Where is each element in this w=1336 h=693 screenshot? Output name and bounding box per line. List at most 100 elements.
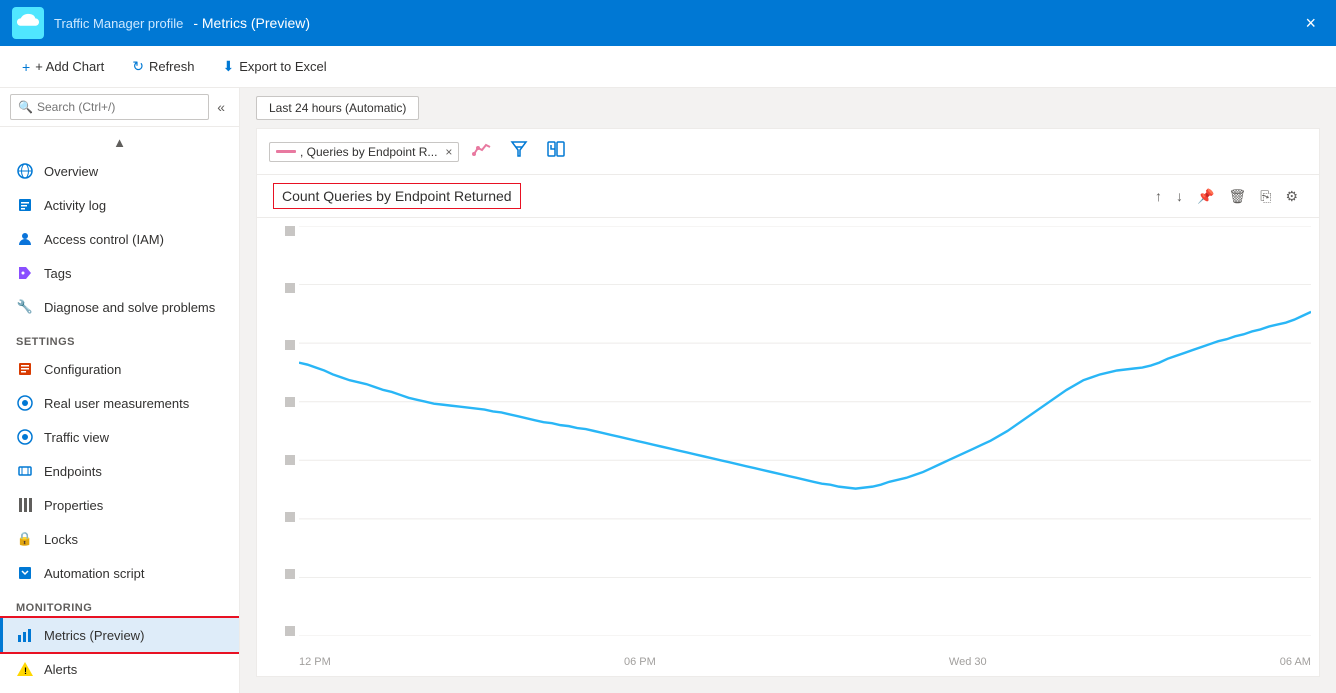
move-down-button[interactable]: ↓ [1171, 185, 1188, 207]
sidebar-item-diagnose[interactable]: 🔧 Diagnose and solve problems [0, 290, 239, 324]
sidebar-item-tags[interactable]: Tags [0, 256, 239, 290]
lock-icon: 🔒 [16, 530, 34, 548]
alerts-icon: ! [16, 660, 34, 678]
x-tick: Wed 30 [949, 656, 987, 668]
sidebar-item-label: Traffic view [44, 430, 109, 445]
sidebar-item-endpoints[interactable]: Endpoints [0, 454, 239, 488]
globe-icon [16, 162, 34, 180]
move-up-button[interactable]: ↑ [1150, 185, 1167, 207]
x-tick: 12 PM [299, 656, 331, 668]
y-tick [285, 626, 295, 636]
sidebar-item-automation-script[interactable]: Automation script [0, 556, 239, 590]
x-tick: 06 PM [624, 656, 656, 668]
monitoring-section-label: MONITORING [0, 590, 239, 618]
access-control-icon [16, 230, 34, 248]
x-axis: 12 PM 06 PM Wed 30 06 AM [299, 656, 1311, 668]
sidebar-item-traffic-view[interactable]: Traffic view [0, 420, 239, 454]
y-tick [285, 397, 295, 407]
sidebar: 🔍 « ▲ Overview Activity log [0, 88, 240, 693]
sidebar-item-real-user-measurements[interactable]: Real user measurements [0, 386, 239, 420]
sidebar-item-label: Alerts [44, 662, 77, 677]
wrench-icon: 🔧 [16, 298, 34, 316]
search-input[interactable] [10, 94, 209, 120]
svg-text:!: ! [24, 666, 27, 676]
sidebar-item-label: Access control (IAM) [44, 232, 164, 247]
y-tick [285, 226, 295, 236]
content-area: Last 24 hours (Automatic) , Queries by E… [240, 88, 1336, 693]
sidebar-item-properties[interactable]: Properties [0, 488, 239, 522]
sidebar-item-label: Automation script [44, 566, 144, 581]
sidebar-item-label: Real user measurements [44, 396, 189, 411]
toolbar: + + Add Chart ↻ Refresh ⬇ Export to Exce… [0, 46, 1336, 88]
collapse-button[interactable]: « [213, 95, 229, 119]
scroll-up-button[interactable]: ▲ [0, 131, 239, 154]
sidebar-item-metrics-preview[interactable]: Metrics (Preview) [0, 618, 239, 652]
main-layout: 🔍 « ▲ Overview Activity log [0, 88, 1336, 693]
split-button[interactable] [541, 137, 571, 166]
settings-section-label: SETTINGS [0, 324, 239, 352]
y-tick [285, 569, 295, 579]
search-icon: 🔍 [18, 100, 33, 114]
delete-button[interactable]: 🗑 [1223, 185, 1251, 208]
export-icon: ⬇ [222, 58, 234, 75]
sidebar-item-label: Configuration [44, 362, 121, 377]
sidebar-item-locks[interactable]: 🔒 Locks [0, 522, 239, 556]
sidebar-nav: ▲ Overview Activity log Access control (… [0, 127, 239, 693]
chart-header: , Queries by Endpoint R... × [257, 129, 1319, 175]
sidebar-item-configuration[interactable]: Configuration [0, 352, 239, 386]
x-tick: 06 AM [1280, 656, 1311, 668]
pin-button[interactable]: 📌 [1192, 185, 1219, 208]
metric-tag[interactable]: , Queries by Endpoint R... × [269, 142, 459, 162]
y-tick [285, 340, 295, 350]
chart-title-actions: ↑ ↓ 📌 🗑 ⎘ ⚙ [1150, 185, 1303, 208]
sidebar-item-alerts[interactable]: ! Alerts [0, 652, 239, 686]
time-filter-bar: Last 24 hours (Automatic) [240, 88, 1336, 128]
metrics-icon [16, 626, 34, 644]
chart-title-bar: Count Queries by Endpoint Returned ↑ ↓ 📌… [257, 175, 1319, 218]
sidebar-item-label: Diagnose and solve problems [44, 300, 215, 315]
page-title: - Metrics (Preview) [193, 15, 310, 31]
configuration-icon [16, 360, 34, 378]
endpoints-icon [16, 462, 34, 480]
sidebar-item-activity-log[interactable]: Activity log [0, 188, 239, 222]
activity-log-icon [16, 196, 34, 214]
sidebar-item-label: Overview [44, 164, 98, 179]
export-button[interactable]: ⬇ Export to Excel [216, 54, 332, 79]
sidebar-item-label: Endpoints [44, 464, 102, 479]
metric-tag-label: , Queries by Endpoint R... [300, 145, 437, 159]
sidebar-item-label: Locks [44, 532, 78, 547]
metric-tag-close[interactable]: × [445, 145, 452, 159]
settings-button[interactable]: ⚙ [1280, 185, 1303, 208]
sidebar-item-label: Tags [44, 266, 71, 281]
close-button[interactable]: × [1297, 9, 1324, 38]
sidebar-item-label: Properties [44, 498, 103, 513]
sidebar-item-label: Activity log [44, 198, 106, 213]
chart-body: 12 PM 06 PM Wed 30 06 AM [257, 218, 1319, 676]
app-logo [12, 7, 44, 39]
filter-button[interactable] [505, 137, 533, 166]
top-bar: Traffic Manager profile - Metrics (Previ… [0, 0, 1336, 46]
refresh-icon: ↻ [132, 58, 144, 75]
rum-icon [16, 394, 34, 412]
sidebar-item-label: Metrics (Preview) [44, 628, 144, 643]
metric-tag-line [276, 150, 296, 153]
time-filter-button[interactable]: Last 24 hours (Automatic) [256, 96, 419, 120]
line-chart-button[interactable] [467, 137, 497, 166]
line-chart [299, 226, 1311, 636]
y-tick [285, 283, 295, 293]
search-box: 🔍 « [0, 88, 239, 127]
add-chart-button[interactable]: + + Add Chart [16, 55, 110, 79]
refresh-button[interactable]: ↻ Refresh [126, 54, 200, 79]
plus-icon: + [22, 59, 30, 75]
tag-icon [16, 264, 34, 282]
y-axis [265, 226, 295, 636]
sidebar-item-access-control[interactable]: Access control (IAM) [0, 222, 239, 256]
chart-container: , Queries by Endpoint R... × Count Queri… [256, 128, 1320, 677]
profile-label: Traffic Manager profile [54, 16, 183, 31]
properties-icon [16, 496, 34, 514]
copy-button[interactable]: ⎘ [1255, 185, 1276, 208]
chart-title: Count Queries by Endpoint Returned [273, 183, 521, 209]
automation-script-icon [16, 564, 34, 582]
sidebar-item-overview[interactable]: Overview [0, 154, 239, 188]
y-tick [285, 512, 295, 522]
